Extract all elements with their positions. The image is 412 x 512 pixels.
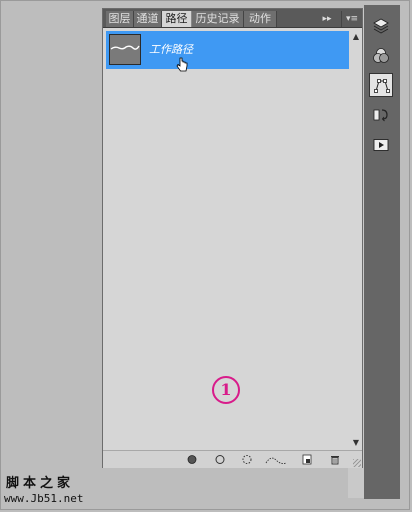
paths-icon: [374, 79, 390, 93]
paths-panel: 图层 通道 路径 历史记录 动作 ▸▸ ▾≡ 工作路径 ▲ ▼ 1: [102, 8, 363, 468]
dock-layers-button[interactable]: [369, 14, 393, 38]
dock-channels-button[interactable]: [369, 44, 393, 68]
path-name-label: 工作路径: [149, 43, 193, 56]
fill-path-icon[interactable]: [186, 454, 198, 465]
panel-menu-button[interactable]: ▾≡: [341, 11, 362, 27]
history-icon: [373, 109, 388, 122]
stroke-path-icon[interactable]: [214, 454, 226, 465]
scroll-down-arrow-icon[interactable]: ▼: [352, 439, 360, 447]
load-selection-icon[interactable]: [241, 454, 253, 465]
tab-layers[interactable]: 图层: [106, 11, 134, 27]
tab-paths[interactable]: 路径: [162, 11, 192, 27]
layers-icon: [373, 18, 389, 34]
watermark-site-name: 脚本之家: [6, 476, 75, 491]
watermark-url: www.Jb51.net: [4, 492, 84, 505]
resize-grip[interactable]: [353, 459, 361, 467]
actions-icon: [373, 139, 389, 151]
new-path-icon[interactable]: [301, 454, 313, 465]
dock-paths-button[interactable]: [369, 73, 393, 97]
path-thumbnail: [109, 34, 141, 65]
scrollbar[interactable]: [349, 29, 362, 451]
path-row-work-path[interactable]: 工作路径: [106, 31, 349, 72]
annotation-marker: 1: [212, 376, 240, 404]
make-work-path-icon[interactable]: [265, 454, 287, 465]
delete-path-icon[interactable]: [329, 454, 341, 465]
panel-bottom-toolbar: [103, 450, 362, 468]
channels-icon: [373, 48, 389, 63]
tab-history[interactable]: 历史记录: [192, 11, 244, 27]
tab-actions[interactable]: 动作: [244, 11, 277, 27]
scroll-up-arrow-icon[interactable]: ▲: [352, 33, 360, 41]
tab-channels[interactable]: 通道: [134, 11, 162, 27]
collapse-panel-button[interactable]: ▸▸: [319, 11, 335, 27]
dock-actions-button[interactable]: [369, 133, 393, 157]
dock-history-button[interactable]: [369, 103, 393, 127]
panel-tab-bar: 图层 通道 路径 历史记录 动作 ▸▸ ▾≡: [103, 9, 362, 28]
hand-cursor-icon: [176, 57, 188, 72]
